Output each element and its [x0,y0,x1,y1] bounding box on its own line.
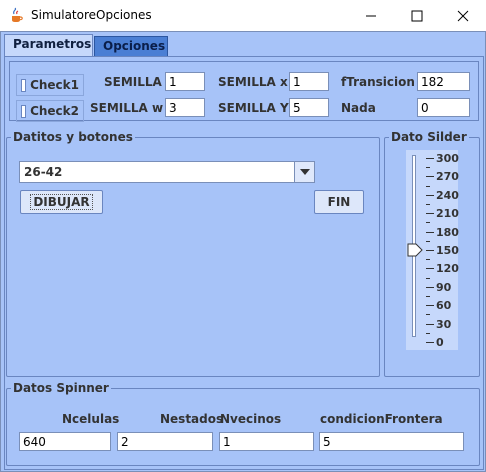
fin-button[interactable]: FIN [314,190,364,214]
slider-tick-major [426,286,434,288]
combo-select[interactable]: 26-42 [19,161,315,183]
slider-tick-label: 270 [436,170,459,184]
ncelulas-spinner[interactable]: 640 [19,432,111,451]
ftransicion-field[interactable]: 182 [417,72,470,91]
semilla-field[interactable]: 1 [165,72,205,91]
checkbox-box [21,78,27,92]
semilla-y-label: SEMILLA Y [218,101,289,115]
condicion-label: condicionFrontera [320,412,443,426]
parameters-panel: Check1 Check2 SEMILLA 1 SEMILLA x 1 fTra… [9,61,479,122]
triangle-down-icon [299,169,310,175]
minimize-icon [366,15,376,16]
slider-tick-major [426,158,434,159]
fin-label: FIN [327,195,351,209]
minimize-button[interactable] [348,0,394,31]
semilla-y-field[interactable]: 5 [289,98,329,117]
window-title: SimulatoreOpciones [31,8,152,22]
slider-tick-minor [426,277,430,279]
ftransicion-label: fTransicion [341,75,415,89]
nestados-label: Nestados [160,412,224,426]
combo-value: 26-42 [24,165,63,179]
maximize-button[interactable] [394,0,440,31]
slider-tick-label: 0 [436,336,444,349]
ncelulas-label: Ncelulas [62,412,120,426]
slider-tick-major [426,305,434,307]
slider-tick-label: 150 [436,244,459,257]
slider-tick-label: 180 [436,225,459,239]
tab-parametros[interactable]: Parametros [4,34,93,56]
check2-label: Check2 [30,104,79,118]
dibujar-label: DIBUJAR [30,194,93,210]
slider-tick-minor [426,296,430,297]
slider[interactable]: 300 270 240 210 180 150 120 90 60 30 0 [406,150,459,350]
nada-label: Nada [341,101,376,115]
slider-tick-major [426,250,434,251]
semilla-w-field[interactable]: 3 [165,98,205,117]
semilla-x-label: SEMILLA x [218,75,288,89]
nvecinos-spinner[interactable]: 1 [219,432,314,451]
check1-checkbox[interactable]: Check1 [16,74,84,96]
slider-tick-minor [426,167,430,169]
spinner-title: Datos Spinner [11,381,111,395]
spinner-group: Datos Spinner [6,381,480,466]
java-cup-icon [8,7,24,23]
slider-tick-label: 30 [436,317,452,331]
close-button[interactable] [440,0,486,31]
title-bar[interactable]: SimulatoreOpciones [0,0,486,31]
slider-tick-label: 60 [436,299,452,313]
slider-tick-label: 240 [436,188,459,202]
semilla-w-label: SEMILLA w [90,101,164,115]
semilla-label: SEMILLA [104,75,162,89]
slider-tick-minor [426,204,430,205]
dibujar-button[interactable]: DIBUJAR [20,190,103,214]
slider-title: Dato Silder [389,130,469,144]
maximize-icon [411,10,423,21]
datitos-title: Datitos y botones [11,130,135,144]
slider-tick-minor [426,314,430,316]
tab-opciones[interactable]: Opciones [94,36,168,56]
slider-tick-label: 90 [436,280,452,294]
checkbox-box [21,104,27,118]
slider-tick-label: 300 [436,152,459,165]
dropdown-button[interactable] [294,162,314,182]
slider-tick-minor [426,222,430,224]
slider-tick-major [426,268,434,270]
slider-tick-major [426,231,434,233]
slider-tick-major [426,342,434,343]
check2-checkbox[interactable]: Check2 [16,100,84,122]
nvecinos-label: Nvecinos [220,412,282,426]
slider-tick-major [426,176,434,178]
check1-label: Check1 [30,78,79,92]
slider-tick-minor [426,185,430,187]
semilla-x-field[interactable]: 1 [289,72,329,91]
close-icon [457,10,469,21]
slider-tick-major [426,323,434,325]
slider-tick-minor [426,259,430,261]
slider-tick-label: 210 [436,207,459,221]
slider-thumb[interactable] [407,243,423,257]
slider-tick-minor [426,332,430,334]
slider-tick-label: 120 [436,262,459,276]
nada-field[interactable]: 0 [417,98,470,117]
condicion-spinner[interactable]: 5 [319,432,464,451]
nestados-spinner[interactable]: 2 [117,432,213,451]
slider-tick-major [426,213,434,215]
slider-tick-minor [426,240,430,242]
slider-tick-major [426,194,434,196]
